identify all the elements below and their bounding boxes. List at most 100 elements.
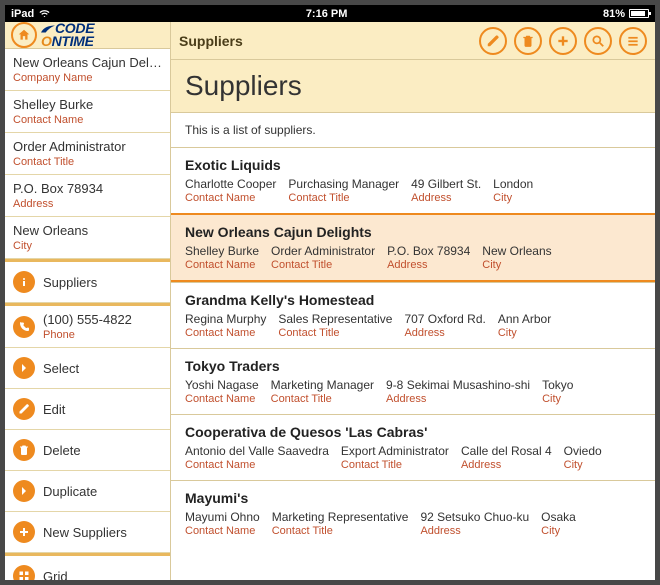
card-company: Cooperativa de Quesos 'Las Cabras' [185, 424, 641, 440]
sidebar-detail[interactable]: Shelley Burke Contact Name [5, 91, 170, 133]
search-icon [591, 34, 605, 48]
sidebar-detail-caption: City [13, 240, 162, 252]
action-edit[interactable]: Edit [5, 389, 170, 430]
clock: 7:16 PM [50, 8, 603, 20]
wifi-icon [39, 8, 50, 19]
card-city: LondonCity [493, 177, 533, 204]
sidebar-detail[interactable]: New Orleans City [5, 217, 170, 259]
card-title: Marketing RepresentativeContact Title [272, 510, 409, 537]
action-grid-label: Grid [43, 569, 68, 581]
action-grid[interactable]: Grid [5, 553, 170, 580]
page-title-bar: Suppliers [171, 60, 655, 113]
card-company: Tokyo Traders [185, 358, 641, 374]
card-address: 707 Oxford Rd.Address [404, 312, 485, 339]
plus-icon [13, 521, 35, 543]
supplier-list[interactable]: Exotic Liquids Charlotte CooperContact Na… [171, 147, 655, 580]
supplier-card[interactable]: Grandma Kelly's Homestead Regina MurphyCo… [171, 282, 655, 348]
card-address: 92 Setsuko Chuo-kuAddress [420, 510, 529, 537]
sidebar-detail-value: P.O. Box 78934 [13, 181, 162, 196]
battery-icon [629, 9, 649, 18]
card-company: New Orleans Cajun Delights [185, 224, 641, 240]
sidebar-detail[interactable]: Order Administrator Contact Title [5, 133, 170, 175]
action-new[interactable]: New Suppliers [5, 512, 170, 553]
device-label: iPad [11, 8, 34, 20]
logo: CODE ONTIME [41, 22, 94, 47]
card-address: Calle del Rosal 4Address [461, 444, 552, 471]
action-duplicate-label: Duplicate [43, 484, 97, 499]
sidebar-detail-caption: Address [13, 198, 162, 210]
card-contact: Mayumi OhnoContact Name [185, 510, 260, 537]
card-contact: Shelley BurkeContact Name [185, 244, 259, 271]
pencil-icon [13, 398, 35, 420]
sidebar-detail-caption: Company Name [13, 72, 162, 84]
menu-icon [626, 34, 640, 48]
supplier-card[interactable]: Cooperativa de Quesos 'Las Cabras' Antoni… [171, 414, 655, 480]
toolbar-title: Suppliers [179, 33, 243, 49]
card-company: Exotic Liquids [185, 157, 641, 173]
card-title: Order AdministratorContact Title [271, 244, 375, 271]
grid-icon [13, 565, 35, 580]
trash-icon [521, 34, 535, 48]
toolbar-delete-button[interactable] [514, 27, 542, 55]
toolbar-add-button[interactable] [549, 27, 577, 55]
card-contact: Antonio del Valle SaavedraContact Name [185, 444, 329, 471]
trash-icon [13, 439, 35, 461]
card-contact: Charlotte CooperContact Name [185, 177, 276, 204]
action-delete[interactable]: Delete [5, 430, 170, 471]
sidebar-detail-value: Shelley Burke [13, 97, 162, 112]
supplier-card[interactable]: Mayumi's Mayumi OhnoContact Name Marketing… [171, 480, 655, 546]
card-title: Purchasing ManagerContact Title [288, 177, 399, 204]
sidebar-phone[interactable]: (100) 555-4822 Phone [5, 303, 170, 348]
battery-pct: 81% [603, 8, 625, 20]
toolbar-edit-button[interactable] [479, 27, 507, 55]
card-city: TokyoCity [542, 378, 573, 405]
action-duplicate[interactable]: Duplicate [5, 471, 170, 512]
page-title: Suppliers [185, 70, 641, 102]
pencil-icon [486, 34, 500, 48]
card-title: Export AdministratorContact Title [341, 444, 449, 471]
home-button[interactable] [11, 22, 37, 48]
card-contact: Regina MurphyContact Name [185, 312, 266, 339]
sidebar-header: CODE ONTIME [5, 22, 170, 49]
card-company: Mayumi's [185, 490, 641, 506]
card-contact: Yoshi NagaseContact Name [185, 378, 259, 405]
card-city: Ann ArborCity [498, 312, 551, 339]
sidebar-detail-caption: Contact Title [13, 156, 162, 168]
sidebar-detail-value: New Orleans Cajun Deli… [13, 55, 162, 70]
action-select-label: Select [43, 361, 79, 376]
card-city: OsakaCity [541, 510, 576, 537]
card-address: 49 Gilbert St.Address [411, 177, 481, 204]
supplier-card[interactable]: Exotic Liquids Charlotte CooperContact Na… [171, 147, 655, 213]
main: Suppliers Suppliers This is a list of su… [171, 22, 655, 580]
toolbar: Suppliers [171, 22, 655, 60]
card-title: Marketing ManagerContact Title [271, 378, 374, 405]
toolbar-menu-button[interactable] [619, 27, 647, 55]
supplier-card[interactable]: New Orleans Cajun Delights Shelley BurkeC… [171, 213, 655, 282]
sidebar-detail-value: New Orleans [13, 223, 162, 238]
home-icon [17, 28, 31, 42]
action-new-label: New Suppliers [43, 525, 127, 540]
status-bar: iPad 7:16 PM 81% [5, 5, 655, 22]
sidebar-detail[interactable]: New Orleans Cajun Deli… Company Name [5, 49, 170, 91]
phone-icon [13, 316, 35, 338]
card-company: Grandma Kelly's Homestead [185, 292, 641, 308]
action-select[interactable]: Select [5, 348, 170, 389]
supplier-card[interactable]: Tokyo Traders Yoshi NagaseContact Name Mar… [171, 348, 655, 414]
action-delete-label: Delete [43, 443, 81, 458]
card-city: New OrleansCity [482, 244, 551, 271]
sidebar-detail-caption: Contact Name [13, 114, 162, 126]
sidebar-suppliers[interactable]: Suppliers [5, 259, 170, 303]
action-edit-label: Edit [43, 402, 65, 417]
sidebar-detail[interactable]: P.O. Box 78934 Address [5, 175, 170, 217]
card-city: OviedoCity [564, 444, 602, 471]
card-address: 9-8 Sekimai Musashino-shiAddress [386, 378, 530, 405]
chevron-right-icon [13, 357, 35, 379]
card-address: P.O. Box 78934Address [387, 244, 470, 271]
plus-icon [556, 34, 570, 48]
chevron-right-icon [13, 480, 35, 502]
sidebar-detail-value: Order Administrator [13, 139, 162, 154]
toolbar-search-button[interactable] [584, 27, 612, 55]
sidebar: CODE ONTIME New Orleans Cajun Deli… Compa… [5, 22, 171, 580]
info-icon [13, 271, 35, 293]
card-title: Sales RepresentativeContact Title [278, 312, 392, 339]
